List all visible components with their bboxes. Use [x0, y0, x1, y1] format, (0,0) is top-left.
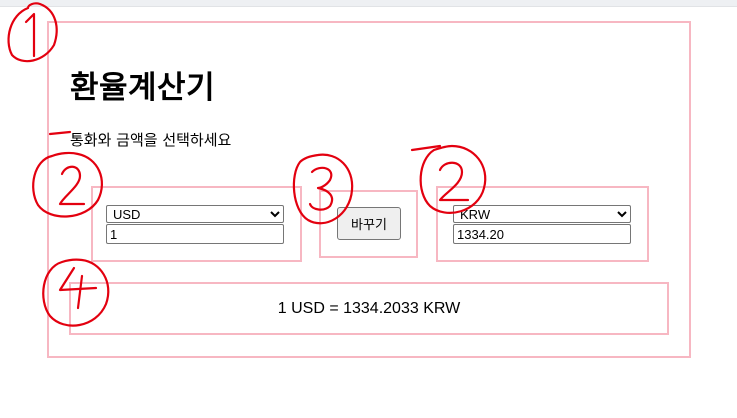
page-title: 환율계산기 [70, 70, 216, 106]
to-amount-input[interactable] [453, 224, 631, 244]
to-currency-select[interactable]: KRW [453, 205, 631, 223]
from-currency-select[interactable]: USD [106, 205, 284, 223]
swap-button[interactable]: 바꾸기 [337, 207, 401, 240]
from-amount-input[interactable] [106, 224, 284, 244]
conversion-result: 1 USD = 1334.2033 KRW [277, 299, 461, 317]
page-subtitle: 통화와 금액을 선택하세요 [70, 131, 232, 149]
browser-top-strip [0, 0, 737, 7]
